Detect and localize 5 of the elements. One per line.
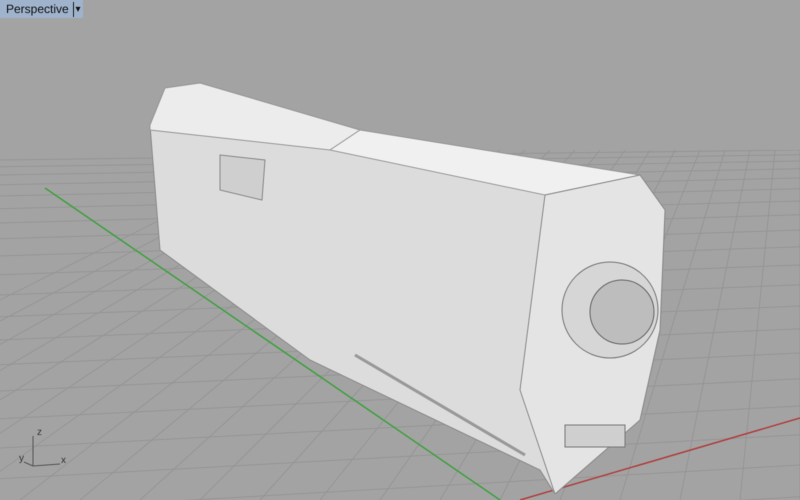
viewport-title-tab[interactable]: Perspective ▾ (0, 0, 83, 18)
y-axis-label: y (19, 454, 24, 464)
x-axis-label: x (61, 456, 66, 466)
dropdown-toggle[interactable]: ▾ (72, 2, 81, 16)
z-axis-label: z (37, 428, 42, 438)
